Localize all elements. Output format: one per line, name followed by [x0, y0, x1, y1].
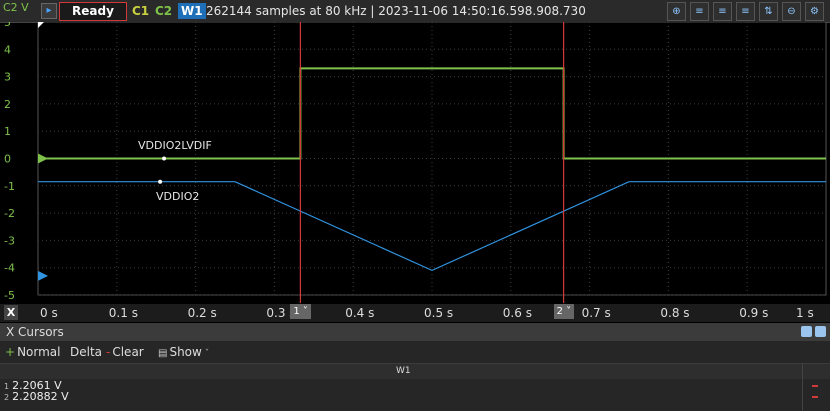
ready-button[interactable]: Ready [59, 2, 127, 21]
restore-icon[interactable] [801, 326, 812, 337]
zoom-in-icon[interactable]: ⊕ [667, 2, 686, 21]
label-vddio2lvdif: VDDIO2LVDIF [138, 139, 212, 152]
y-tick-label: -2 [4, 207, 15, 220]
y-tick-label: 3 [4, 71, 11, 84]
row-index: 2 [4, 393, 10, 402]
row-value: 2.20882 V [12, 390, 69, 403]
label-anchor-icon [158, 179, 163, 184]
y-tick-label: 0 [4, 153, 11, 166]
align-left-icon[interactable]: ≡ [690, 2, 709, 21]
cursors-toolbar: + Normal Delta - Clear ▤ Show ˇ [0, 341, 830, 363]
show-icon: ▤ [158, 348, 168, 359]
column-header-w1: W1 [396, 366, 411, 376]
settings-icon[interactable]: ⚙ [805, 2, 824, 21]
panel-window-controls [801, 326, 826, 337]
row-index: 1 [4, 382, 10, 391]
x-tick-label: 0.1 s [108, 306, 138, 320]
table-row[interactable]: 2 2.20882 V [0, 391, 800, 402]
table-divider [802, 363, 803, 411]
show-button[interactable]: ▤ Show ˇ [158, 345, 209, 359]
y-tick-label: -1 [4, 180, 15, 193]
y-tick-label: 1 [4, 125, 11, 138]
cursor-table-header: W1 [0, 363, 830, 380]
row-delete-icon[interactable] [812, 385, 818, 387]
plus-icon: + [5, 345, 16, 359]
top-toolbar: C2 V ▸ Ready C1 C2 W1 262144 samples at … [0, 0, 830, 23]
channel-w1-button[interactable]: W1 [178, 3, 206, 19]
channel-c1-button[interactable]: C1 [132, 4, 149, 18]
normal-button[interactable]: + Normal [5, 345, 60, 359]
x-tick-label: 0.4 s [345, 306, 375, 320]
label-vddio2: VDDIO2 [156, 190, 199, 203]
align-right-icon[interactable]: ≡ [736, 2, 755, 21]
x-tick-label: 0.6 s [502, 306, 532, 320]
channel-c2-button[interactable]: C2 [155, 4, 172, 18]
clear-button[interactable]: - Clear [106, 345, 144, 359]
x-tick-label: 0.8 s [660, 306, 690, 320]
x-axis-bar: X 0 s 0.1 s 0.2 s 0.3 s 0.4 s 0.5 s 0.6 s 0.7 s… [0, 304, 830, 322]
minus-icon: - [106, 345, 111, 359]
row-delete-icon[interactable] [812, 396, 818, 398]
y-axis-unit-label: C2 V [3, 1, 29, 14]
cursor-handle-2[interactable]: 2 ˅ [553, 304, 575, 319]
x-tick-label: 0 s [40, 306, 58, 320]
run-mode-icon[interactable]: ▸ [41, 3, 57, 19]
y-tick-label: 2 [4, 98, 11, 111]
maximize-icon[interactable] [815, 326, 826, 337]
table-row[interactable]: 1 2.2061 V [0, 380, 800, 391]
waveform-plot[interactable]: 5 4 3 2 1 0 -1 -2 -3 -4 -5 VDDIO2LVDIF VDDIO2 [0, 22, 830, 304]
y-tick-label: -3 [4, 234, 15, 247]
x-tick-label: 1 s [796, 306, 814, 320]
cursors-panel-title: X Cursors [6, 325, 64, 339]
cursors-panel-header: X Cursors [0, 323, 830, 341]
delta-button[interactable]: Delta [70, 345, 102, 359]
x-axis-button[interactable]: X [4, 305, 18, 320]
view-tools: ⊕ ≡ ≡ ≡ ⇅ ⊖ ⚙ [667, 2, 824, 21]
y-tick-label: -5 [4, 289, 15, 302]
y-axis-ticks: 5 4 3 2 1 0 -1 -2 -3 -4 -5 [4, 22, 15, 302]
y-tick-label: 4 [4, 43, 11, 56]
x-tick-label: 0.2 s [187, 306, 217, 320]
acquisition-status: 262144 samples at 80 kHz | 2023-11-06 14… [206, 4, 586, 18]
zoom-out-icon[interactable]: ⊖ [782, 2, 801, 21]
x-tick-label: 0.9 s [739, 306, 769, 320]
align-center-icon[interactable]: ≡ [713, 2, 732, 21]
chevron-down-icon: ˇ [201, 349, 210, 359]
ratio-icon[interactable]: ⇅ [759, 2, 778, 21]
y-tick-label: 5 [4, 22, 11, 29]
x-tick-label: 0.5 s [424, 306, 454, 320]
x-tick-label: 0.7 s [581, 306, 611, 320]
label-anchor-icon [162, 156, 167, 161]
cursor-handle-1[interactable]: 1 ˅ [290, 304, 311, 319]
y-tick-label: -4 [4, 262, 15, 275]
cursor-table-body: 1 2.2061 V 2 2.20882 V [0, 379, 830, 411]
